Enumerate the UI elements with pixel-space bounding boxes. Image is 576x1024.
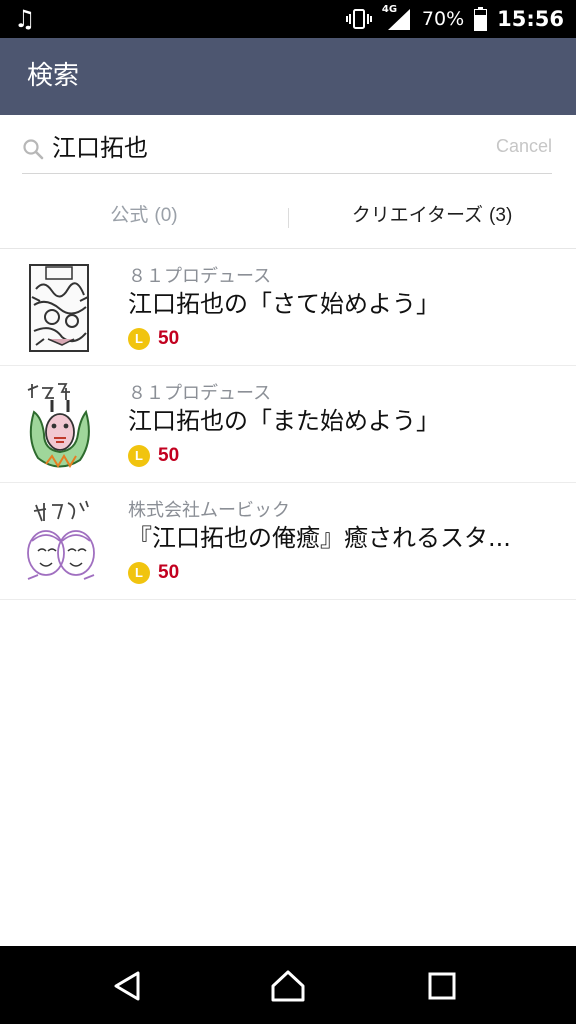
tab-label: 公式	[110, 204, 149, 226]
music-note-icon: ♫	[14, 5, 36, 33]
page-title: 検索	[27, 61, 80, 91]
coin-icon: L	[128, 445, 150, 467]
tab-creators[interactable]: クリエイターズ (3)	[288, 188, 576, 244]
search-input[interactable]: 江口拓也	[52, 132, 148, 164]
coin-icon: L	[128, 328, 150, 350]
price: L 50	[128, 561, 179, 585]
tab-label: クリエイターズ	[351, 204, 483, 226]
vibrate-icon	[345, 9, 372, 29]
list-item[interactable]: ８１プロデュース 江口拓也の「さて始めよう」 L 50	[0, 249, 576, 366]
recent-apps-icon[interactable]	[422, 966, 462, 1006]
price-value: 50	[158, 328, 180, 349]
price-value: 50	[158, 562, 180, 583]
home-icon[interactable]	[268, 966, 308, 1006]
navigation-bar	[0, 946, 576, 1024]
back-icon[interactable]	[108, 966, 148, 1006]
clock: 15:56	[497, 7, 564, 31]
sticker-title: 江口拓也の「さて始めよう」	[128, 290, 440, 318]
status-bar: ♫ 4G 70% 15:56	[0, 0, 576, 38]
search-bar: 江口拓也 Cancel	[22, 124, 552, 174]
sticker-thumbnail	[27, 383, 90, 468]
search-icon	[23, 139, 44, 160]
battery-percent: 70%	[421, 8, 465, 30]
tab-count: (3)	[489, 205, 513, 226]
creator-name: ８１プロデュース	[128, 266, 272, 287]
battery-icon	[474, 7, 488, 31]
tab-official[interactable]: 公式 (0)	[0, 188, 288, 244]
sticker-thumbnail	[29, 264, 89, 352]
cancel-button[interactable]: Cancel	[496, 136, 552, 157]
coin-icon: L	[128, 562, 150, 584]
price: L 50	[128, 327, 179, 351]
creator-name: 株式会社ムービック	[128, 500, 290, 521]
status-icons: 4G 70% 15:56	[345, 0, 564, 38]
list-item[interactable]: ８１プロデュース 江口拓也の「また始めよう」 L 50	[0, 366, 576, 483]
creator-name: ８１プロデュース	[128, 383, 272, 404]
sticker-thumbnail	[27, 500, 95, 580]
sticker-title: 『江口拓也の俺癒』癒されるスタ...	[128, 524, 511, 552]
app-header: 検索	[0, 38, 576, 115]
price-value: 50	[158, 445, 180, 466]
signal-icon: 4G	[382, 4, 412, 31]
sticker-title: 江口拓也の「また始めよう」	[128, 407, 440, 435]
result-tabs: 公式 (0) クリエイターズ (3)	[0, 188, 576, 249]
tab-count: (0)	[154, 205, 178, 226]
price: L 50	[128, 444, 179, 468]
list-item[interactable]: 株式会社ムービック 『江口拓也の俺癒』癒されるスタ... L 50	[0, 483, 576, 600]
